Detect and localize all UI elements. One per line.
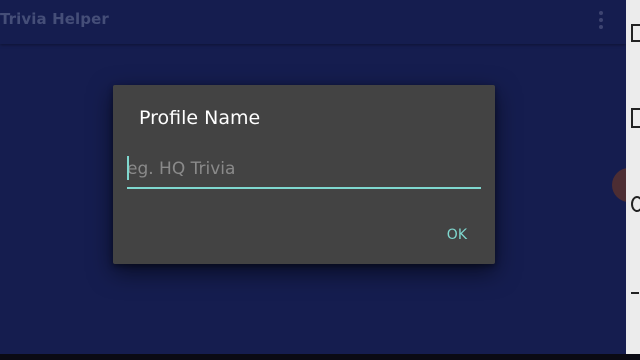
bottom-edge: [0, 354, 640, 360]
more-vert-icon[interactable]: [594, 10, 608, 32]
side-panel: [626, 0, 640, 354]
app-bar: Trivia Helper: [0, 0, 626, 44]
app-title: Trivia Helper: [0, 10, 109, 28]
text-cursor: [127, 156, 129, 180]
dialog-title: Profile Name: [139, 107, 261, 129]
dash-icon: [631, 292, 639, 294]
circle-icon: [631, 196, 640, 212]
profile-name-input[interactable]: [127, 153, 481, 189]
window-icon: [631, 108, 640, 128]
ok-button[interactable]: OK: [441, 223, 473, 247]
floating-action-button[interactable]: [612, 168, 626, 202]
profile-name-dialog: Profile Name OK: [113, 85, 495, 264]
square-icon: [631, 24, 640, 42]
